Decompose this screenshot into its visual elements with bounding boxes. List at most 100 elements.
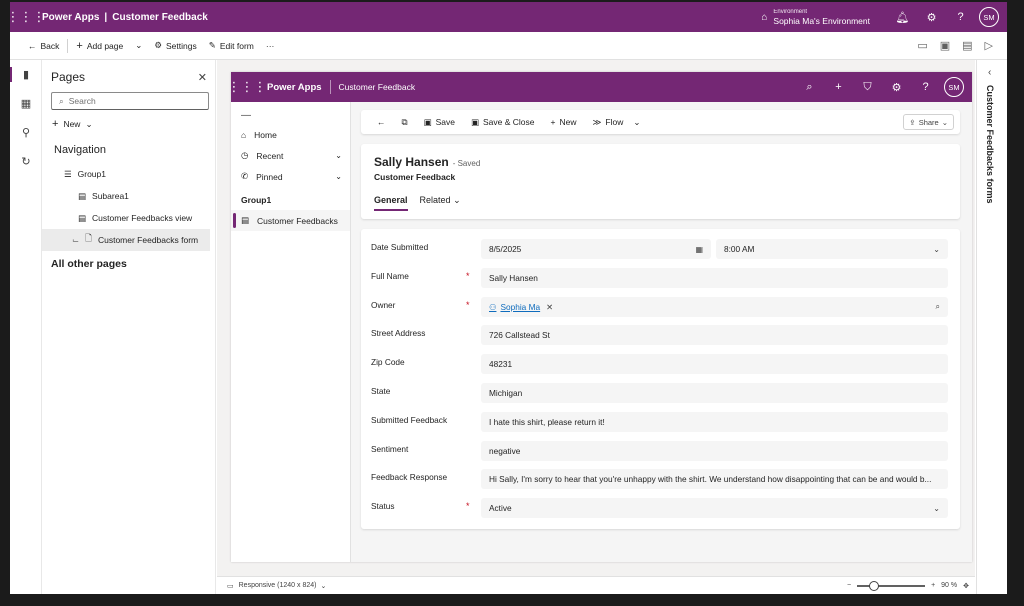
- environment-name: Sophia Ma's Environment: [773, 16, 870, 26]
- owner-link[interactable]: ⚇ Sophia Ma: [489, 302, 540, 312]
- flow-icon: ≫: [592, 116, 602, 127]
- share-label: Share: [918, 117, 939, 127]
- tree-item-subarea[interactable]: ▤ Subarea1: [42, 185, 215, 207]
- flow-button[interactable]: ≫ Flow ⌄: [585, 117, 649, 128]
- inner-search-icon[interactable]: ⌕: [795, 81, 824, 94]
- environment-picker[interactable]: ⌂ Environment Sophia Ma's Environment: [761, 8, 870, 26]
- field-value: negative: [489, 445, 521, 456]
- inner-app-header: ⋮⋮⋮ Power Apps Customer Feedback ⌕ + ⛉ ⚙…: [228, 72, 972, 102]
- rail-automation-icon[interactable]: ⚲: [10, 118, 42, 147]
- tab-related[interactable]: Related ⌄: [420, 195, 461, 211]
- zoom-out-icon[interactable]: −: [847, 582, 851, 589]
- field-label: Status: [371, 501, 395, 512]
- street-input[interactable]: 726 Callstead St: [481, 325, 948, 346]
- zoom-slider-thumb[interactable]: [869, 580, 880, 591]
- rail-history-icon[interactable]: ↻: [10, 147, 42, 176]
- add-page-button[interactable]: + Add page: [70, 40, 129, 52]
- all-other-pages-heading[interactable]: All other pages: [42, 251, 215, 270]
- hamburger-menu-icon[interactable]: —: [231, 102, 350, 124]
- sitemap-recent[interactable]: ◷ Recent ⌄: [231, 145, 350, 166]
- chevron-down-icon: ⌄: [335, 151, 342, 160]
- sitemap-home[interactable]: ⌂ Home: [231, 124, 350, 145]
- tree-item-group[interactable]: ☰ Group1: [42, 163, 215, 185]
- open-new-window-button[interactable]: ⧉: [394, 117, 416, 128]
- pages-panel: Pages ✕ ⌕ Search + New ⌄ Navigation ☰ Gr…: [42, 60, 216, 594]
- field-row-state: State Michigan: [361, 382, 960, 412]
- sitemap-pinned[interactable]: ✆ Pinned ⌄: [231, 166, 350, 187]
- date-input[interactable]: 8/5/2025 ▦: [481, 239, 711, 259]
- state-input[interactable]: Michigan: [481, 382, 948, 403]
- owner-lookup[interactable]: ⚇ Sophia Ma ✕ ⌕: [481, 296, 948, 317]
- remove-owner-icon[interactable]: ✕: [546, 302, 553, 312]
- inner-filter-icon[interactable]: ⛉: [853, 81, 882, 94]
- publish-icon[interactable]: ▤: [962, 39, 972, 52]
- sentiment-input[interactable]: negative: [481, 440, 948, 461]
- sitemap-customer-feedbacks[interactable]: ▤ Customer Feedbacks: [231, 210, 350, 231]
- record-name: Sally Hansen: [374, 155, 449, 169]
- full-name-input[interactable]: Sally Hansen: [481, 267, 948, 288]
- comments-icon[interactable]: ▭: [917, 39, 927, 52]
- collapse-chevron-icon[interactable]: ‹: [988, 67, 991, 78]
- add-page-dropdown[interactable]: ⌄: [129, 40, 148, 51]
- help-question-icon[interactable]: ?: [946, 11, 975, 23]
- submitted-feedback-input[interactable]: I hate this shirt, please return it!: [481, 411, 948, 432]
- new-page-button[interactable]: + New ⌄: [42, 110, 215, 138]
- chevron-down-icon: ⌄: [85, 118, 93, 129]
- lookup-search-icon[interactable]: ⌕: [936, 302, 940, 312]
- popout-icon: ⧉: [401, 116, 408, 127]
- form-back-button[interactable]: ←: [369, 117, 394, 127]
- date-value: 8/5/2025: [489, 244, 522, 254]
- edit-form-label: Edit form: [219, 40, 254, 51]
- feedback-response-input[interactable]: Hi Sally, I'm sorry to hear that you're …: [481, 469, 948, 490]
- zip-input[interactable]: 48231: [481, 354, 948, 375]
- tree-item-view[interactable]: ▤ Customer Feedbacks view: [42, 207, 215, 229]
- more-commands-button[interactable]: ···: [260, 41, 281, 51]
- settings-label: Settings: [166, 40, 197, 51]
- share-button[interactable]: ⇪ Share ⌄: [903, 114, 954, 130]
- back-label: Back: [40, 40, 60, 51]
- app-launcher-icon[interactable]: ⋮⋮⋮: [10, 9, 46, 25]
- tree-item-form[interactable]: ⌙ 🗋︎ Customer Feedbacks form: [42, 229, 210, 251]
- inner-help-icon[interactable]: ?: [911, 81, 940, 93]
- arrow-left-icon: ←: [377, 117, 386, 127]
- play-preview-icon[interactable]: ▷: [985, 39, 993, 52]
- zoom-slider[interactable]: [857, 580, 926, 591]
- inner-settings-icon[interactable]: ⚙: [882, 81, 911, 94]
- status-select[interactable]: Active ⌄: [481, 498, 948, 519]
- close-panel-icon[interactable]: ✕: [198, 71, 207, 84]
- save-button[interactable]: ▣ Save: [416, 117, 463, 128]
- time-select[interactable]: 8:00 AM ⌄: [716, 239, 948, 259]
- tab-general[interactable]: General: [374, 195, 408, 211]
- notifications-bell-icon[interactable]: 🔔︎: [888, 11, 917, 24]
- record-header: Sally Hansen - Saved Customer Feedback G…: [361, 144, 960, 219]
- inner-app-entity: Customer Feedback: [338, 82, 416, 92]
- child-indent-icon: ⌙: [72, 234, 80, 245]
- responsive-size-selector[interactable]: Responsive (1240 x 824): [239, 582, 317, 589]
- user-avatar[interactable]: SM: [979, 7, 999, 27]
- save-close-button[interactable]: ▣ Save & Close: [463, 117, 543, 128]
- search-placeholder: Search: [68, 96, 96, 106]
- calendar-icon[interactable]: ▦: [695, 245, 703, 254]
- document-icon: 🗋︎: [85, 233, 92, 243]
- save-disk-icon[interactable]: ▣: [940, 39, 950, 52]
- preview-canvas: ⋮⋮⋮ Power Apps Customer Feedback ⌕ + ⛉ ⚙…: [217, 60, 975, 576]
- pages-search-input[interactable]: ⌕ Search: [51, 92, 209, 110]
- rail-data-icon[interactable]: ▦: [10, 89, 42, 118]
- edit-form-button[interactable]: ✎ Edit form: [203, 40, 260, 51]
- inner-user-avatar[interactable]: SM: [944, 77, 964, 97]
- new-record-button[interactable]: + New: [543, 117, 585, 127]
- time-value: 8:00 AM: [724, 244, 755, 254]
- list-icon: ☰: [64, 168, 72, 179]
- field-row-street: Street Address 726 Callstead St: [361, 325, 960, 354]
- zoom-in-icon[interactable]: +: [931, 582, 935, 589]
- inner-app-launcher-icon[interactable]: ⋮⋮⋮: [228, 79, 267, 95]
- settings-gear-icon[interactable]: ⚙: [917, 11, 946, 24]
- settings-button[interactable]: ⚙ Settings: [148, 40, 202, 51]
- back-button[interactable]: ← Back: [22, 41, 65, 51]
- command-separator: [67, 38, 69, 53]
- fit-to-screen-icon[interactable]: ✥: [963, 582, 969, 590]
- inner-add-icon[interactable]: +: [824, 81, 853, 93]
- rail-pages-icon[interactable]: ▮: [10, 60, 42, 89]
- app-preview-frame: ⋮⋮⋮ Power Apps Customer Feedback ⌕ + ⛉ ⚙…: [228, 72, 972, 562]
- arrow-left-icon: ←: [28, 40, 37, 51]
